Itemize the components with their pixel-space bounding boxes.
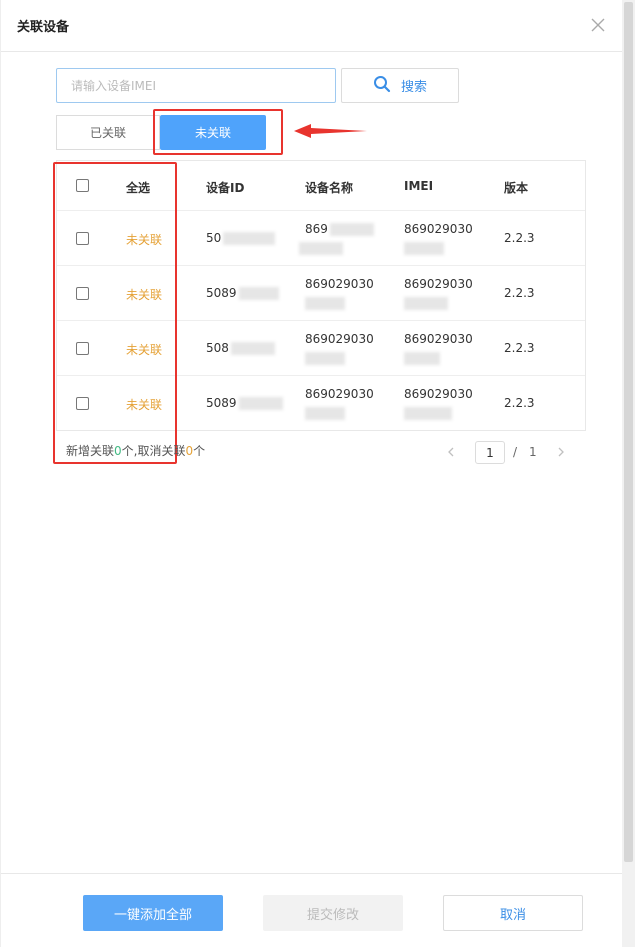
row-version: 2.2.3 xyxy=(504,396,535,410)
dialog-title: 关联设备 xyxy=(17,20,70,35)
tab-unlinked-label: 未关联 xyxy=(194,126,231,140)
submit-button[interactable]: 提交修改 xyxy=(263,895,403,931)
row-checkbox[interactable] xyxy=(76,397,89,410)
tab-unlinked[interactable]: 未关联 xyxy=(160,115,266,150)
device-table: 全选 设备ID 设备名称 IMEI 版本 未关联 50 869 86902903… xyxy=(56,160,586,431)
header-device-id: 设备ID xyxy=(206,181,245,195)
row-device-name: 869029030 xyxy=(305,332,374,365)
row-status: 未关联 xyxy=(126,343,163,357)
row-status: 未关联 xyxy=(126,233,163,247)
row-imei: 869029030 xyxy=(404,387,473,420)
header-imei: IMEI xyxy=(404,179,434,193)
table-row: 未关联 5089 869029030 869029030 2.2.3 xyxy=(57,376,585,431)
row-device-id: 5089 xyxy=(206,396,283,410)
table-row: 未关联 508 869029030 869029030 2.2.3 xyxy=(57,321,585,376)
row-version: 2.2.3 xyxy=(504,286,535,300)
cancel-button[interactable]: 取消 xyxy=(443,895,583,931)
imei-search-input[interactable] xyxy=(56,68,336,103)
row-version: 2.2.3 xyxy=(504,231,535,245)
removed-count: 0 xyxy=(185,444,194,458)
row-device-id: 50 xyxy=(206,231,276,245)
header-device-name: 设备名称 xyxy=(305,181,354,195)
row-device-name: 869029030 xyxy=(305,387,374,420)
table-row: 未关联 5089 869029030 869029030 2.2.3 xyxy=(57,266,585,321)
header-select-all: 全选 xyxy=(126,181,151,195)
select-all-checkbox[interactable] xyxy=(76,179,89,192)
tab-linked[interactable]: 已关联 xyxy=(56,115,160,150)
row-device-id: 508 xyxy=(206,341,275,355)
scrollbar-thumb[interactable] xyxy=(624,2,633,862)
row-imei: 869029030 xyxy=(404,332,473,365)
row-device-name: 869 xyxy=(299,222,374,255)
page-total: 1 xyxy=(529,445,537,459)
page-number-input[interactable] xyxy=(475,441,505,464)
row-status: 未关联 xyxy=(126,288,163,302)
row-imei: 869029030 xyxy=(404,222,473,255)
row-checkbox[interactable] xyxy=(76,232,89,245)
tab-linked-label: 已关联 xyxy=(89,126,126,140)
row-checkbox[interactable] xyxy=(76,287,89,300)
arrow-left-icon xyxy=(294,124,367,138)
scrollbar[interactable] xyxy=(622,0,635,947)
row-version: 2.2.3 xyxy=(504,341,535,355)
close-icon[interactable] xyxy=(587,14,609,36)
search-button-label: 搜索 xyxy=(400,80,427,95)
row-imei: 869029030 xyxy=(404,277,473,310)
prev-page-icon[interactable] xyxy=(443,443,459,461)
row-checkbox[interactable] xyxy=(76,342,89,355)
table-row: 未关联 50 869 869029030 2.2.3 xyxy=(57,211,585,266)
page-separator: / xyxy=(513,445,518,459)
search-icon xyxy=(373,75,391,97)
row-status: 未关联 xyxy=(126,398,163,412)
selection-summary: 新增关联0个,取消关联0个 xyxy=(66,444,206,458)
add-all-button[interactable]: 一键添加全部 xyxy=(83,895,223,931)
search-button[interactable]: 搜索 xyxy=(341,68,459,103)
header-version: 版本 xyxy=(504,181,529,195)
added-count: 0 xyxy=(114,444,122,458)
row-device-name: 869029030 xyxy=(305,277,374,310)
table-header-row: 全选 设备ID 设备名称 IMEI 版本 xyxy=(57,161,585,211)
dialog-header: 关联设备 xyxy=(1,0,623,52)
link-device-dialog: 关联设备 搜索 已关联 未关联 全选 设备ID 设备名称 IMEI 版本 未关联… xyxy=(0,0,623,947)
row-device-id: 5089 xyxy=(206,286,279,300)
next-page-icon[interactable] xyxy=(553,443,569,461)
